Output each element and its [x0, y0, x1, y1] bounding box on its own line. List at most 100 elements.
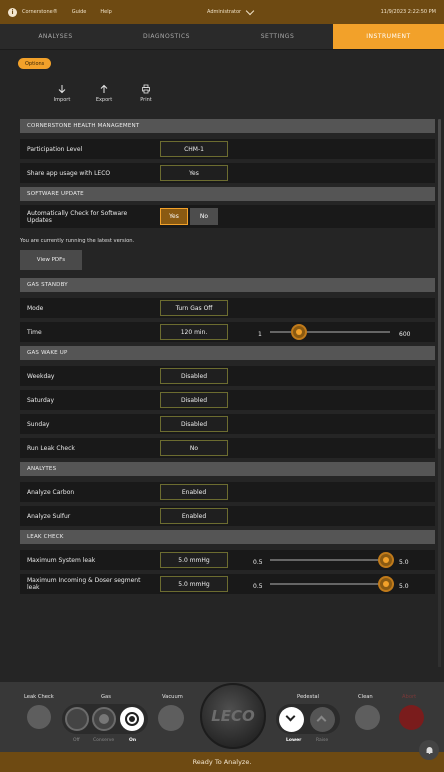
run-leak-check-field[interactable]: No: [160, 440, 228, 456]
leco-logo: LECO: [211, 707, 255, 725]
time-slider-track: [270, 331, 390, 333]
abort-button[interactable]: [399, 705, 424, 730]
gas-conserve-indicator: [99, 714, 109, 724]
settings-list[interactable]: CORNERSTONE HEALTH MANAGEMENT Participat…: [20, 119, 435, 667]
leak-check-label: Leak Check: [24, 694, 54, 700]
system-leak-slider-max: 5.0: [399, 559, 409, 566]
pedestal-lower-button[interactable]: [279, 707, 304, 732]
analyze-carbon-field[interactable]: Enabled: [160, 484, 228, 500]
tab-analyses[interactable]: ANALYSES: [0, 24, 111, 49]
row-gas-standby-mode: Mode Turn Gas Off: [20, 298, 435, 322]
row-auto-check-updates: Automatically Check for Software Updates…: [20, 205, 435, 232]
time-slider-knob[interactable]: [290, 324, 307, 340]
scrollbar-thumb[interactable]: [438, 119, 441, 449]
time-slider[interactable]: [270, 320, 390, 344]
gas-standby-mode-field[interactable]: Turn Gas Off: [160, 300, 228, 316]
system-leak-slider[interactable]: [270, 548, 394, 572]
gas-on-ring: [125, 712, 139, 726]
chevron-down-icon: [245, 6, 255, 15]
toolbar: Import Export Print: [48, 84, 160, 103]
system-leak-slider-knob[interactable]: [378, 552, 394, 568]
app-name[interactable]: Cornerstone®: [22, 9, 58, 15]
max-system-leak-field[interactable]: 5.0 mmHg: [160, 552, 228, 568]
max-incoming-leak-field[interactable]: 5.0 mmHg: [160, 576, 228, 592]
software-status-note: You are currently running the latest ver…: [20, 238, 135, 244]
printer-icon: [142, 84, 150, 94]
tab-settings[interactable]: SETTINGS: [222, 24, 333, 49]
row-run-leak-check: Run Leak Check No: [20, 438, 435, 462]
help-link[interactable]: Help: [100, 9, 111, 15]
export-button[interactable]: Export: [90, 84, 118, 103]
tab-instrument[interactable]: INSTRUMENT: [333, 24, 444, 49]
view-pdfs-button[interactable]: View PDFs: [20, 250, 82, 270]
pedestal-lower-label: Lower: [286, 738, 302, 743]
gas-on-button[interactable]: [120, 707, 144, 731]
time-slider-min: 1: [258, 331, 262, 338]
auto-check-yes-button[interactable]: Yes: [160, 208, 188, 225]
sunday-field[interactable]: Disabled: [160, 416, 228, 432]
section-header-software: SOFTWARE UPDATE: [20, 187, 435, 201]
auto-check-no-button[interactable]: No: [190, 208, 218, 225]
participation-level-field[interactable]: CHM-1: [160, 141, 228, 157]
share-usage-label: Share app usage with LECO: [27, 169, 111, 177]
info-icon[interactable]: i: [8, 7, 17, 17]
analyze-carbon-label: Analyze Carbon: [27, 488, 75, 496]
row-sunday: Sunday Disabled: [20, 414, 435, 438]
user-menu[interactable]: Administrator: [207, 0, 255, 24]
import-label: Import: [53, 97, 71, 103]
weekday-field[interactable]: Disabled: [160, 368, 228, 384]
incoming-leak-slider-max: 5.0: [399, 583, 409, 590]
gas-conserve-button[interactable]: [92, 707, 116, 731]
gas-label: Gas: [101, 694, 111, 700]
run-leak-check-label: Run Leak Check: [27, 444, 75, 452]
chevron-up-icon: [316, 715, 327, 726]
chevron-down-icon: [285, 711, 296, 722]
clean-button[interactable]: [355, 705, 380, 730]
print-label: Print: [140, 97, 152, 103]
row-weekday: Weekday Disabled: [20, 366, 435, 390]
user-name: Administrator: [207, 9, 242, 15]
gas-conserve-label: Conserve: [93, 738, 115, 743]
gas-standby-time-field[interactable]: 120 min.: [160, 324, 228, 340]
import-button[interactable]: Import: [48, 84, 76, 103]
clean-label: Clean: [358, 694, 373, 700]
participation-label: Participation Level: [27, 145, 83, 153]
export-label: Export: [95, 97, 113, 103]
print-button[interactable]: Print: [132, 84, 160, 103]
row-share-usage: Share app usage with LECO Yes: [20, 163, 435, 187]
row-participation-level: Participation Level CHM-1: [20, 139, 435, 163]
system-leak-slider-track: [270, 559, 394, 561]
guide-link[interactable]: Guide: [72, 9, 87, 15]
pedestal-raise-button[interactable]: [310, 707, 335, 732]
analyze-sulfur-label: Analyze Sulfur: [27, 512, 71, 520]
scrollbar[interactable]: [438, 119, 441, 667]
gas-control: [62, 704, 148, 734]
vacuum-label: Vacuum: [162, 694, 183, 700]
vacuum-button[interactable]: [158, 705, 184, 731]
row-analyze-carbon: Analyze Carbon Enabled: [20, 482, 435, 506]
analyze-button[interactable]: LECO: [200, 683, 266, 749]
options-button[interactable]: Options: [18, 58, 52, 69]
mode-label: Mode: [27, 304, 44, 312]
top-bar: i Cornerstone® Guide Help Administrator …: [0, 0, 444, 24]
incoming-leak-slider-min: 0.5: [253, 583, 263, 590]
share-usage-field[interactable]: Yes: [160, 165, 228, 181]
section-header-gas-standby: GAS STANDBY: [20, 278, 435, 292]
system-leak-slider-min: 0.5: [253, 559, 263, 566]
saturday-field[interactable]: Disabled: [160, 392, 228, 408]
row-gas-standby-time: Time 120 min. 1 600: [20, 322, 435, 346]
abort-label: Abort: [402, 694, 417, 700]
status-bar: Ready To Analyze.: [0, 752, 444, 772]
incoming-leak-slider[interactable]: [270, 572, 394, 596]
help-button[interactable]: [419, 740, 439, 760]
incoming-leak-slider-knob[interactable]: [378, 576, 394, 592]
leak-check-button[interactable]: [27, 705, 51, 729]
analyze-sulfur-field[interactable]: Enabled: [160, 508, 228, 524]
gas-off-button[interactable]: [65, 707, 89, 731]
row-max-incoming-leak: Maximum Incoming & Doser segment leak 5.…: [20, 574, 435, 598]
tab-diagnostics[interactable]: DIAGNOSTICS: [111, 24, 222, 49]
main-tabs: ANALYSES DIAGNOSTICS SETTINGS INSTRUMENT: [0, 24, 444, 50]
row-saturday: Saturday Disabled: [20, 390, 435, 414]
gas-on-dot: [129, 716, 135, 722]
max-system-leak-label: Maximum System leak: [27, 556, 96, 564]
